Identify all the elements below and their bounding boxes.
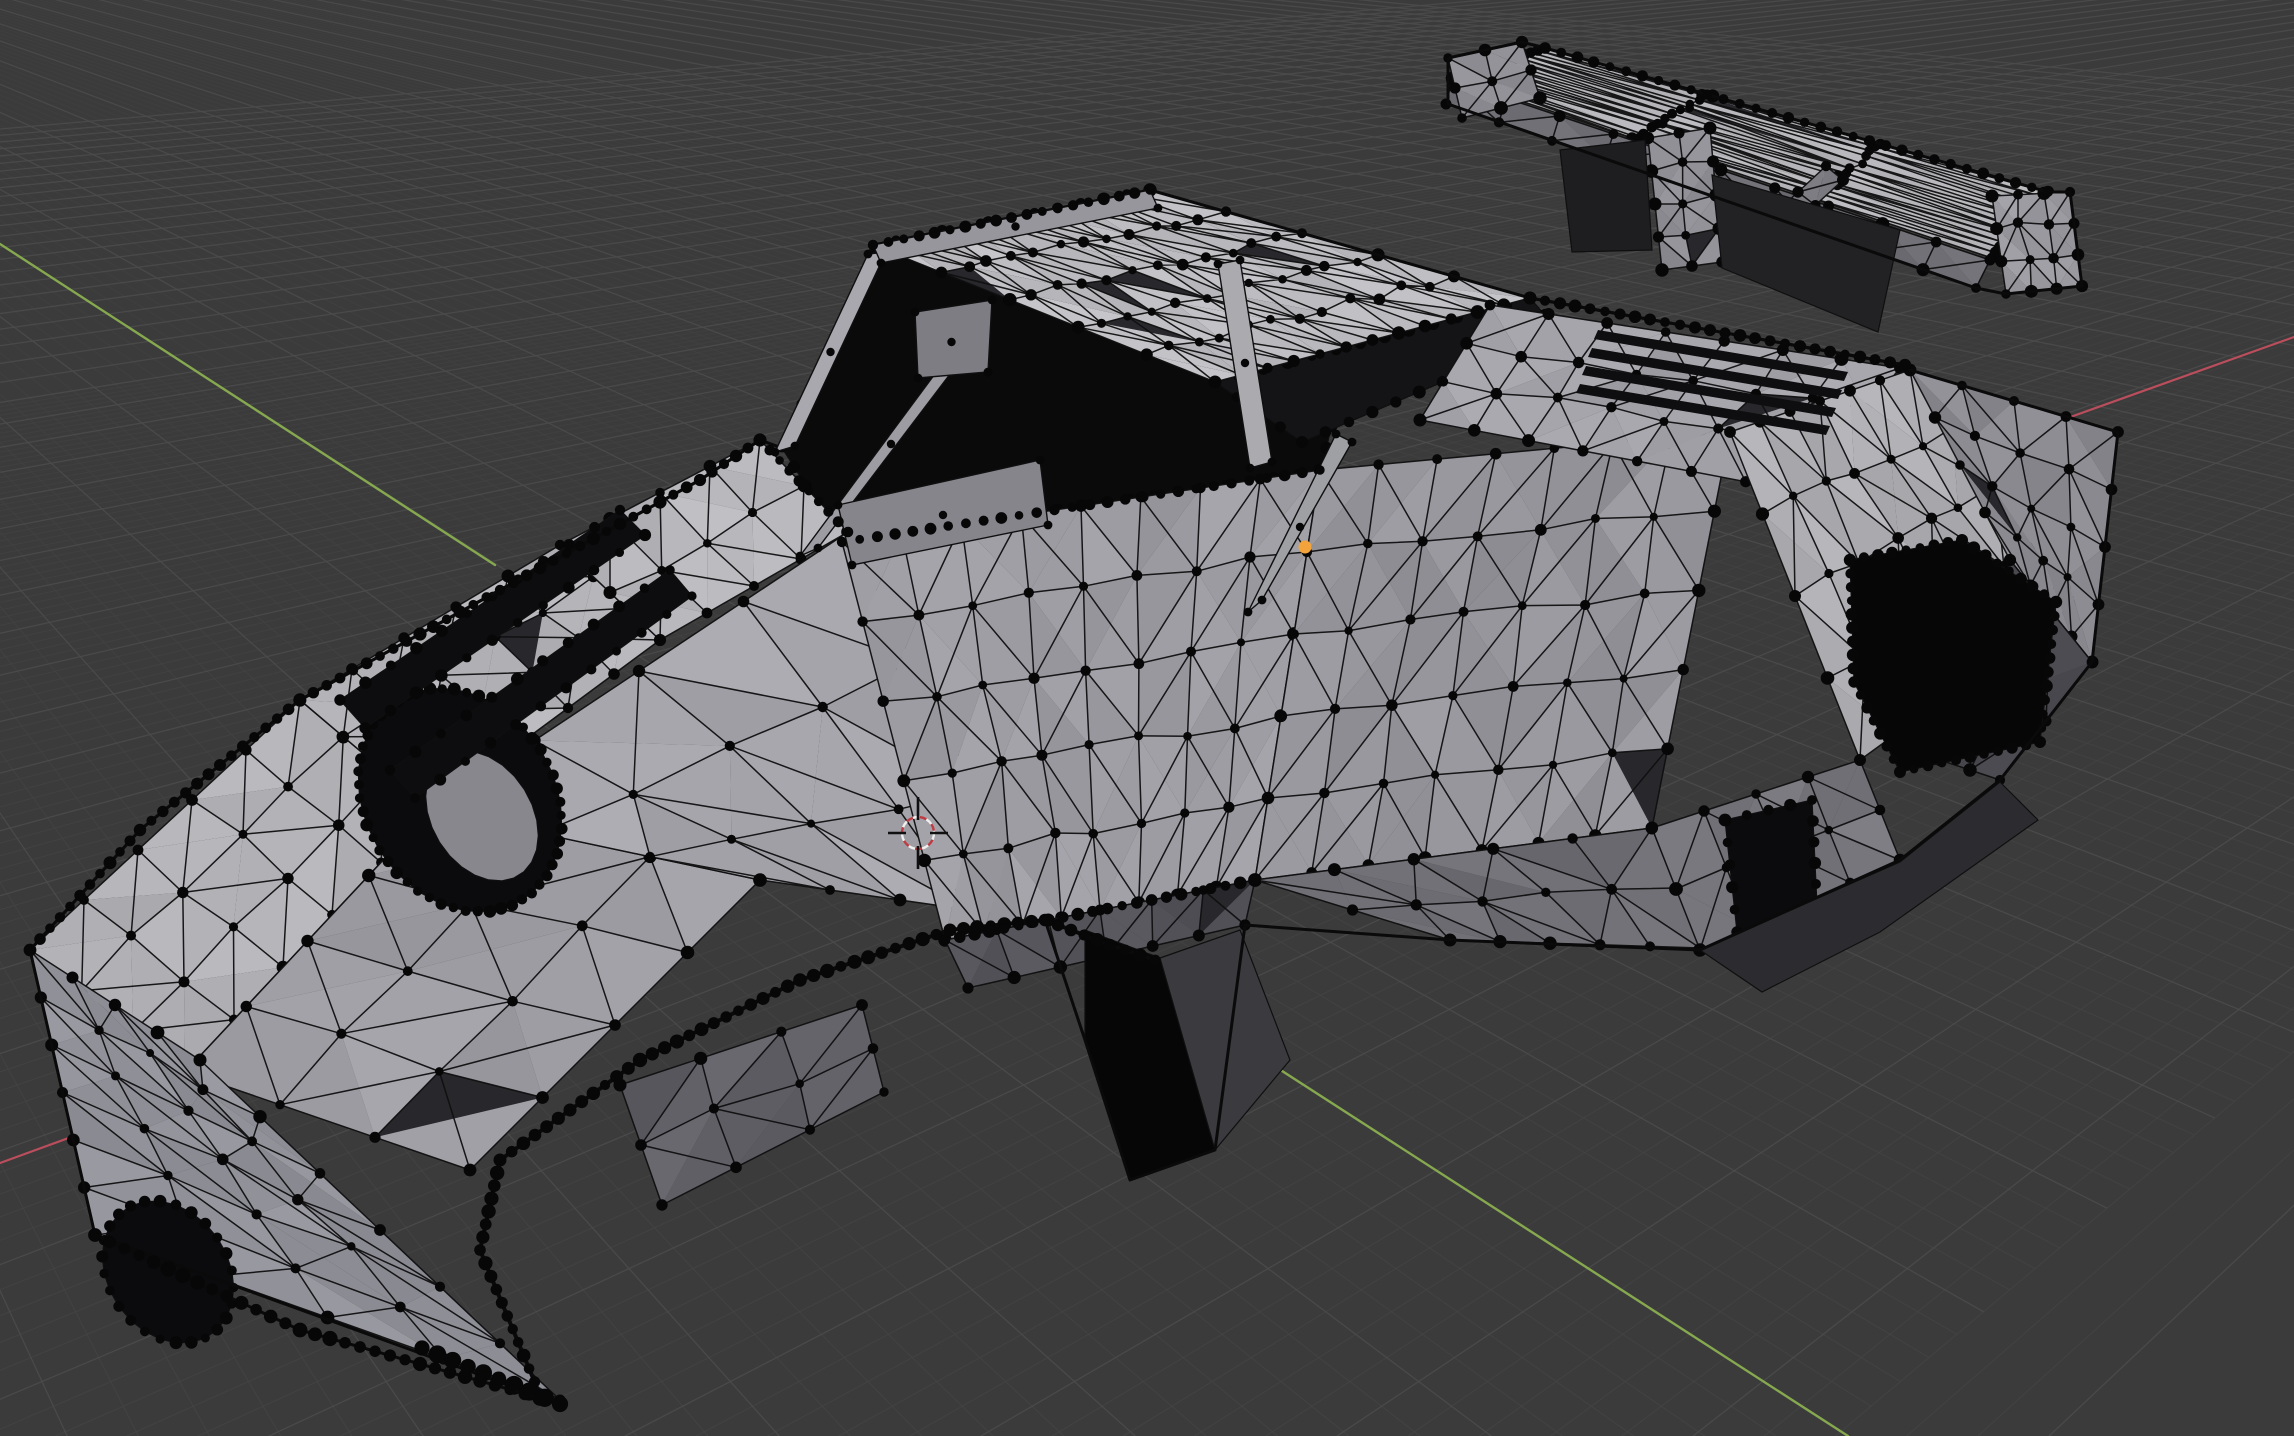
blender-3d-viewport[interactable] bbox=[0, 0, 2294, 1436]
opening-underwing-shadow-left bbox=[1560, 140, 1652, 252]
viewport-canvas[interactable] bbox=[0, 0, 2294, 1436]
active-vertex[interactable] bbox=[1299, 541, 1312, 554]
